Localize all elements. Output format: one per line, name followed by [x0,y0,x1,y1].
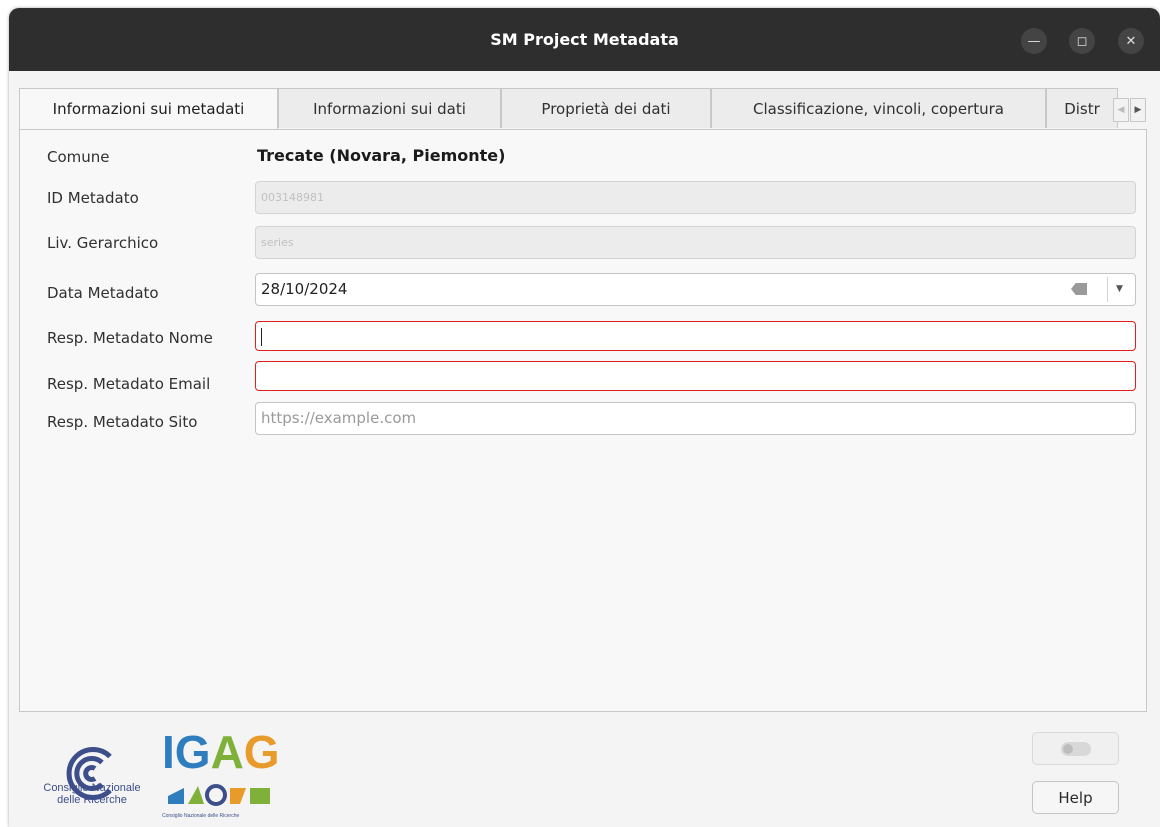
tab-informazioni-dati[interactable]: Informazioni sui dati [278,88,501,128]
help-button[interactable]: Help [1032,781,1119,814]
resp-sito-label: Resp. Metadato Sito [47,413,198,431]
tab-scroll-left-button[interactable]: ◀ [1113,98,1129,122]
close-icon: ✕ [1125,33,1137,49]
id-metadato-field: 003148981 [255,181,1136,214]
tab-scroll-right-button[interactable]: ▶ [1130,98,1146,122]
close-button[interactable]: ✕ [1118,28,1144,54]
data-metadato-value: 28/10/2024 [261,280,348,298]
igag-logo-text: IGAG [162,726,280,778]
text-cursor [261,327,262,346]
date-dropdown-button[interactable]: ▼ [1107,277,1131,302]
resp-sito-input[interactable]: https://example.com [255,402,1136,435]
cnr-logo-text: Consiglio Nazionale delle Ricerche [22,782,162,806]
data-metadato-field[interactable]: 28/10/2024 ▼ [255,273,1136,306]
chevron-left-icon: ◀ [1117,105,1125,115]
toggle-button[interactable] [1032,732,1119,765]
livello-gerarchico-field: series [255,226,1136,259]
title-bar: SM Project Metadata — ◻ ✕ [9,8,1160,71]
minimize-button[interactable]: — [1021,28,1047,54]
cnr-line2: delle Ricerche [57,794,127,806]
resp-email-label: Resp. Metadato Email [47,375,211,393]
livello-gerarchico-label: Liv. Gerarchico [47,234,159,252]
tab-distribuzione[interactable]: Distr [1046,88,1118,128]
igag-logo: IGAG Consiglio Nazionale delle Ricerche [162,726,280,819]
resp-nome-input[interactable] [255,321,1136,351]
comune-label: Comune [47,148,110,166]
clear-icon[interactable] [1071,283,1087,295]
chevron-down-icon: ▼ [1116,284,1123,294]
comune-value: Trecate (Novara, Piemonte) [257,146,506,165]
tab-classificazione[interactable]: Classificazione, vincoli, copertura [711,88,1046,128]
chevron-right-icon: ▶ [1134,105,1142,115]
igag-sub-text: Consiglio Nazionale delle Ricerche [162,813,239,819]
tab-proprieta-dati[interactable]: Proprietà dei dati [501,88,711,128]
data-metadato-label: Data Metadato [47,284,159,302]
maximize-icon: ◻ [1076,33,1088,49]
resp-sito-placeholder: https://example.com [261,409,417,427]
resp-nome-label: Resp. Metadato Nome [47,329,213,347]
cnr-line1: Consiglio Nazionale [43,782,141,794]
id-metadato-label: ID Metadato [47,189,139,207]
window-title: SM Project Metadata [490,30,679,49]
minimize-icon: — [1027,33,1041,49]
toggle-icon [1060,741,1091,756]
maximize-button[interactable]: ◻ [1069,28,1095,54]
resp-email-input[interactable] [255,361,1136,391]
tab-bar: Informazioni sui metadati Informazioni s… [19,88,1119,130]
tab-informazioni-metadati[interactable]: Informazioni sui metadati [19,88,278,130]
